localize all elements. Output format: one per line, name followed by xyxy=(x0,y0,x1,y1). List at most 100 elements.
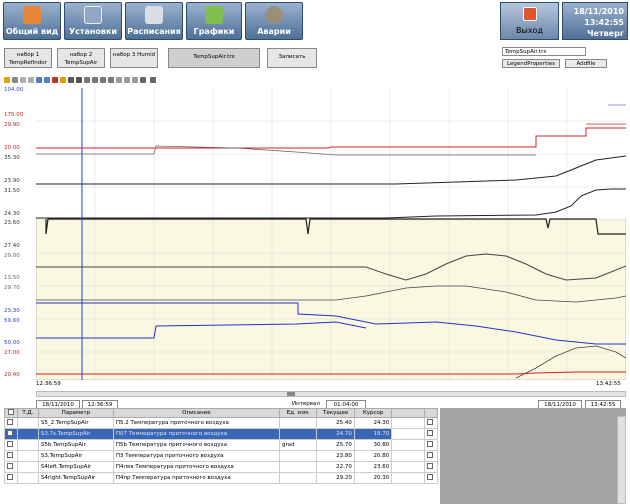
trend-chart[interactable] xyxy=(36,88,626,380)
row-unit xyxy=(278,461,318,473)
redo-icon[interactable] xyxy=(92,77,98,83)
active-trend-file: TempSupAir.trx xyxy=(168,48,260,68)
row-param: S4right.TempSupAir xyxy=(37,472,114,484)
ruler-icon[interactable] xyxy=(108,77,114,83)
nav-label: Расписания xyxy=(127,27,181,36)
col-header[interactable]: Ед. изм. xyxy=(278,408,318,418)
col-header[interactable]: Параметр xyxy=(37,408,114,418)
y-label: 23.60 xyxy=(4,220,20,226)
add-file-button[interactable]: Addfile xyxy=(565,59,607,68)
copy-icon[interactable] xyxy=(20,77,26,83)
table-header-row: Т.Д. Параметр Описание Ед. изм. Текущее … xyxy=(4,408,438,418)
arrow-left-icon[interactable] xyxy=(68,77,74,83)
row-visible-checkbox[interactable] xyxy=(427,474,434,480)
row-desc: П3 Температура приточного воздуха xyxy=(112,450,280,462)
y-label: 175.00 xyxy=(4,112,24,118)
row-desc: П4лев Температура приточного воздуха xyxy=(112,461,280,473)
col-checkbox[interactable] xyxy=(4,408,18,418)
table-row[interactable]: S4right.TempSupAir П4пр Температура прит… xyxy=(4,472,438,484)
col-header[interactable]: Текущее xyxy=(316,408,355,418)
schedule-icon xyxy=(145,6,163,24)
nav-button-schedules[interactable]: Расписания xyxy=(125,2,183,40)
trend-set-2-button[interactable]: набор 2 TempSupAir xyxy=(57,48,105,68)
clock-time: 13:42:55 xyxy=(584,18,624,27)
row-desc: П07 Температура приточного воздуха xyxy=(112,428,280,440)
row-cursor: 20.30 xyxy=(353,472,393,484)
row-checkbox[interactable] xyxy=(7,452,13,458)
row-param: S5_2.TempSupAir xyxy=(37,417,114,429)
y-label: 29.00 xyxy=(4,253,20,259)
pan-icon[interactable] xyxy=(52,77,58,83)
nav-button-settings[interactable]: Установки xyxy=(64,2,122,40)
trend-file-select[interactable]: TempSupAir.trx xyxy=(502,47,586,56)
clock-weekday: Четверг xyxy=(587,29,624,38)
settings-small-icon[interactable] xyxy=(124,77,130,83)
arrow-right-icon[interactable] xyxy=(76,77,82,83)
row-checkbox[interactable] xyxy=(7,419,13,425)
scroll-thumb[interactable] xyxy=(287,392,295,396)
time-axis-start: 12:36:59 xyxy=(36,381,61,387)
play-icon[interactable] xyxy=(4,77,10,83)
select-icon[interactable] xyxy=(28,77,34,83)
trend-set-1-button[interactable]: набор 1 TempRefIndor xyxy=(4,48,52,68)
row-visible-checkbox[interactable] xyxy=(427,463,434,469)
col-header[interactable]: Описание xyxy=(112,408,280,418)
grid-icon[interactable] xyxy=(132,77,138,83)
exit-button[interactable]: Выход xyxy=(500,2,559,40)
zoom-out-icon[interactable] xyxy=(44,77,50,83)
row-cursor: 20.80 xyxy=(353,450,393,462)
y-label: 31.50 xyxy=(4,188,20,194)
legend-properties-button[interactable]: LegendProperties xyxy=(502,59,560,68)
save-button[interactable]: Записать xyxy=(267,48,317,68)
table-row-selected[interactable]: S3.7s.TempSupAir П07 Температура приточн… xyxy=(4,428,438,440)
y-label: 50.00 xyxy=(4,340,20,346)
row-desc: П5b Температура приточного воздуха xyxy=(112,439,280,451)
nav-button-alarms[interactable]: Аварии xyxy=(245,2,303,40)
zoom-in-icon[interactable] xyxy=(36,77,42,83)
row-desc: П5.2 Температура приточного воздуха xyxy=(112,417,280,429)
row-unit xyxy=(278,450,318,462)
row-checkbox[interactable] xyxy=(7,430,13,436)
row-cursor: 23.60 xyxy=(353,461,393,473)
table-scrollbar[interactable] xyxy=(617,416,626,504)
nav-button-charts[interactable]: Графики xyxy=(186,2,242,40)
pause-icon[interactable] xyxy=(12,77,18,83)
nav-label: Аварии xyxy=(257,27,291,36)
row-visible-checkbox[interactable] xyxy=(427,441,434,447)
empty-panel xyxy=(440,408,626,504)
settings-icon xyxy=(84,6,102,24)
row-cursor: 24.30 xyxy=(353,417,393,429)
print-icon[interactable] xyxy=(150,77,156,83)
row-visible-checkbox[interactable] xyxy=(427,430,434,436)
row-current: 25.40 xyxy=(316,417,355,429)
undo-icon[interactable] xyxy=(84,77,90,83)
table-row[interactable]: S3.TempSupAir П3 Температура приточного … xyxy=(4,450,438,462)
row-visible-checkbox[interactable] xyxy=(427,452,434,458)
y-label: 29.90 xyxy=(4,122,20,128)
y-label: 20.40 xyxy=(4,372,20,378)
export-icon[interactable] xyxy=(116,77,122,83)
row-param: S5b.TempSupAir xyxy=(37,439,114,451)
home-icon xyxy=(23,6,41,24)
trend-set-3-button[interactable]: набор 3 Humid xyxy=(110,48,158,68)
nav-button-overview[interactable]: Общий вид xyxy=(3,2,61,40)
cursor-icon[interactable] xyxy=(60,77,66,83)
y-label: 13.50 xyxy=(4,275,20,281)
row-desc: П4пр Температура приточного воздуха xyxy=(112,472,280,484)
col-visible xyxy=(424,408,438,418)
row-checkbox[interactable] xyxy=(7,441,13,447)
nav-label: Установки xyxy=(68,27,118,36)
table-row[interactable]: S4left.TempSupAir П4лев Температура прит… xyxy=(4,461,438,473)
row-checkbox[interactable] xyxy=(7,463,13,469)
table-row[interactable]: S5b.TempSupAir П5b Температура приточног… xyxy=(4,439,438,451)
row-visible-checkbox[interactable] xyxy=(427,419,434,425)
lock-icon[interactable] xyxy=(140,77,146,83)
row-checkbox[interactable] xyxy=(7,474,13,480)
time-scrollbar[interactable] xyxy=(36,391,626,397)
measure-icon[interactable] xyxy=(100,77,106,83)
col-header[interactable]: Курсор xyxy=(353,408,393,418)
col-header[interactable]: Т.Д. xyxy=(16,408,39,418)
y-label: 29.70 xyxy=(4,285,20,291)
row-current: 22.70 xyxy=(316,461,355,473)
table-row[interactable]: S5_2.TempSupAir П5.2 Температура приточн… xyxy=(4,417,438,429)
